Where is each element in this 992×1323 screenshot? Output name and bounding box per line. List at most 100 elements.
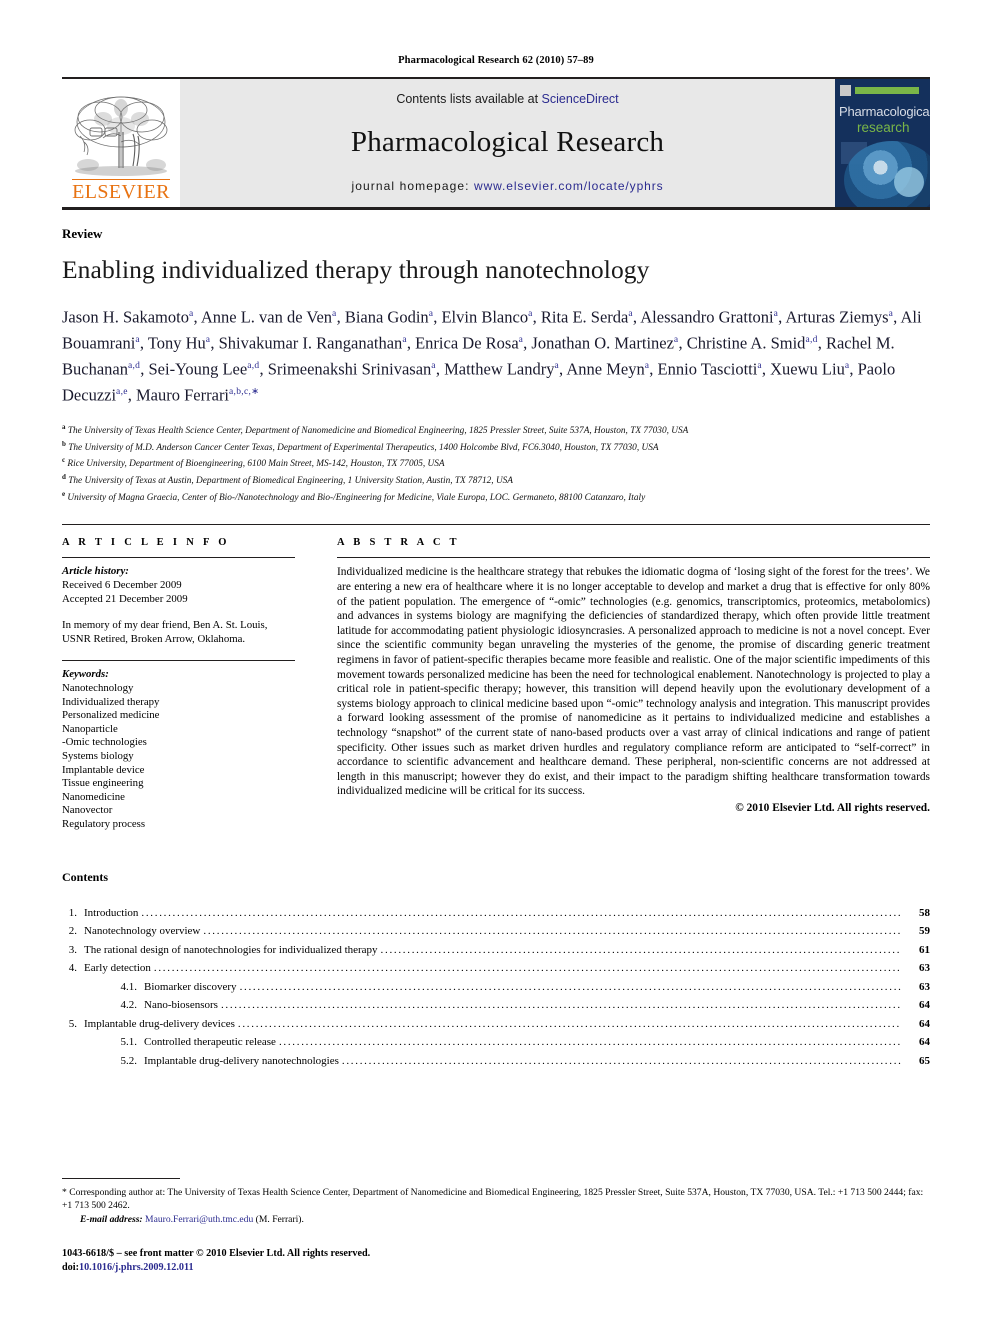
keywords-list: Nanotechnology Individualized therapy Pers… [62, 682, 295, 832]
email-link[interactable]: Mauro.Ferrari@uth.tmc.edu [145, 1214, 253, 1225]
sciencedirect-link[interactable]: ScienceDirect [542, 92, 619, 106]
contents-entry-number: 4.2. [120, 999, 138, 1012]
author-affiliation-marker: a [428, 309, 434, 319]
affiliation-text: Rice University, Department of Bioengine… [65, 459, 445, 470]
cover-title-line2: research [857, 120, 910, 135]
running-head: Pharmacological Research 62 (2010) 57–89 [398, 55, 594, 66]
contents-leader-dots: ........................................… [141, 906, 901, 919]
keywords-block: Keywords: Nanotechnology Individualized t… [62, 668, 295, 831]
author-name: Jonathan O. Martinez [531, 333, 674, 353]
contents-entry-number: 4. [68, 962, 77, 975]
affiliation-list: a The University of Texas Health Science… [62, 421, 930, 504]
author-name: Ennio Tasciotti [657, 359, 758, 379]
doi-prefix: doi: [62, 1262, 79, 1273]
author-affiliation-marker: a [888, 309, 894, 319]
abstract-heading: A B S T R A C T [337, 537, 460, 549]
email-note: E-mail address: Mauro.Ferrari@uth.tmc.ed… [62, 1213, 930, 1226]
doi-link[interactable]: 10.1016/j.phrs.2009.12.011 [79, 1262, 194, 1273]
article-accepted-date: Accepted 21 December 2009 [62, 592, 188, 605]
author-name: Arturas Ziemys [785, 307, 889, 327]
contents-leader-dots: ........................................… [203, 925, 901, 938]
keyword-item: Tissue engineering [62, 777, 144, 790]
author-affiliation-marker: a,d [127, 361, 141, 371]
contents-leader-dots: ........................................… [220, 999, 901, 1012]
contents-entry-label: The rational design of nanotechnologies … [84, 943, 378, 956]
affiliation-item: e University of Magna Graecia, Center of… [62, 488, 930, 505]
author-name: Christine A. Smid [686, 333, 806, 353]
author-affiliation-marker: a [332, 309, 337, 319]
journal-masthead: ELSEVIER Contents lists available at Sci… [62, 77, 930, 210]
contents-section: Contents 1. Introduction.................… [62, 870, 930, 1071]
contents-entry-page: 63 [919, 962, 930, 975]
contents-entry[interactable]: 5. Implantable drug-delivery devices ....… [62, 1015, 930, 1034]
contents-entry-number: 5.1. [120, 1036, 138, 1049]
contents-entry-label: Introduction [84, 906, 139, 919]
author-affiliation-marker: a,e [116, 387, 128, 397]
keyword-item: Implantable device [62, 763, 145, 776]
affiliation-text: The University of Texas at Austin, Depar… [65, 476, 513, 487]
contents-entry-page: 58 [919, 906, 930, 919]
journal-homepage-link[interactable]: www.elsevier.com/locate/yphrs [474, 179, 664, 193]
keyword-item: Nanoparticle [62, 722, 118, 735]
contents-heading: Contents [62, 869, 109, 884]
author-affiliation-marker: a [188, 309, 194, 319]
author-name: Anne Meyn [566, 359, 645, 379]
author-affiliation-marker: a [773, 309, 779, 319]
page-footer: * Corresponding author at: The Universit… [62, 1177, 930, 1275]
article-dedication: In memory of my dear friend, Ben A. St. … [62, 619, 268, 645]
email-label: E-mail address: [80, 1213, 143, 1225]
contents-entry-label: Implantable drug-delivery devices [84, 1017, 235, 1030]
contents-leader-dots: ........................................… [237, 1017, 901, 1030]
journal-homepage-prefix: journal homepage: [351, 179, 475, 193]
contents-entry-number: 3. [68, 943, 77, 956]
contents-entry-label: Early detection [84, 962, 151, 975]
abstract-text: Individualized medicine is the healthcar… [337, 566, 930, 798]
contents-subentry[interactable]: 4.1. Biomarker discovery.................… [62, 978, 931, 997]
contents-entry-number: 2. [68, 925, 77, 938]
author-name: Shivakumar I. Ranganathan [218, 333, 403, 353]
author-affiliation-marker: a [844, 361, 850, 371]
keyword-item: Personalized medicine [62, 709, 160, 722]
keyword-item: -Omic technologies [62, 736, 147, 749]
author-name: Tony Hu [147, 333, 206, 353]
contents-entry[interactable]: 3. The rational design of nanotechnologie… [62, 941, 930, 960]
contents-available-prefix: Contents lists available at [396, 92, 542, 106]
author-name: Biana Godin [344, 307, 429, 327]
corresponding-author-note: * Corresponding author at: The Universit… [62, 1186, 924, 1212]
author-affiliation-marker: a [402, 335, 407, 345]
contents-entry-label: Nanotechnology overview [84, 925, 201, 938]
contents-entry[interactable]: 1. Introduction..........................… [62, 904, 930, 923]
contents-entry-label: Implantable drug-delivery nanotechnologi… [144, 1054, 339, 1067]
contents-subentry[interactable]: 4.2. Nano-biosensors.....................… [62, 996, 931, 1015]
contents-entry[interactable]: 4. Early detection.......................… [62, 959, 930, 978]
contents-leader-dots: ........................................… [341, 1054, 901, 1067]
elsevier-wordmark: ELSEVIER [72, 179, 170, 203]
contents-entry-number: 1. [68, 906, 77, 919]
journal-cover-thumbnail: Pharmacological research [835, 79, 930, 207]
author-name: Mauro Ferrari [136, 385, 230, 405]
author-affiliation-marker: a [757, 361, 762, 371]
contents-entry-label: Biomarker discovery [144, 980, 237, 993]
article-first-page: Pharmacological Research 62 (2010) 57–89 [0, 0, 992, 1323]
affiliation-item: c Rice University, Department of Bioengi… [62, 454, 930, 471]
keyword-item: Regulatory process [62, 817, 146, 830]
affiliation-item: a The University of Texas Health Science… [62, 421, 930, 438]
contents-subentry[interactable]: 5.2. Implantable drug-delivery nanotechno… [62, 1052, 931, 1071]
elsevier-tree-icon [70, 92, 172, 178]
contents-subentry[interactable]: 5.1. Controlled therapeutic release .....… [62, 1033, 931, 1052]
contents-entry[interactable]: 2. Nanotechnology overview...............… [62, 922, 930, 941]
masthead-center: Contents lists available at ScienceDirec… [180, 79, 835, 207]
author-affiliation-marker: a [518, 335, 524, 345]
author-affiliation-marker: a [644, 361, 650, 371]
author-list: Jason H. Sakamotoa, Anne L. van de Vena,… [62, 307, 922, 405]
keyword-item: Individualized therapy [62, 695, 160, 708]
email-owner: (M. Ferrari). [255, 1213, 304, 1225]
article-history-block: Article history: Received 6 December 200… [62, 565, 295, 606]
contents-entry-number: 5.2. [120, 1054, 138, 1067]
info-abstract-section: A R T I C L E I N F O Article history: R… [62, 524, 930, 831]
contents-leader-dots: ........................................… [239, 980, 901, 993]
contents-entry-label: Nano-biosensors [144, 999, 218, 1012]
author-affiliation-marker: a [528, 309, 533, 319]
article-received-date: Received 6 December 2009 [62, 579, 182, 592]
